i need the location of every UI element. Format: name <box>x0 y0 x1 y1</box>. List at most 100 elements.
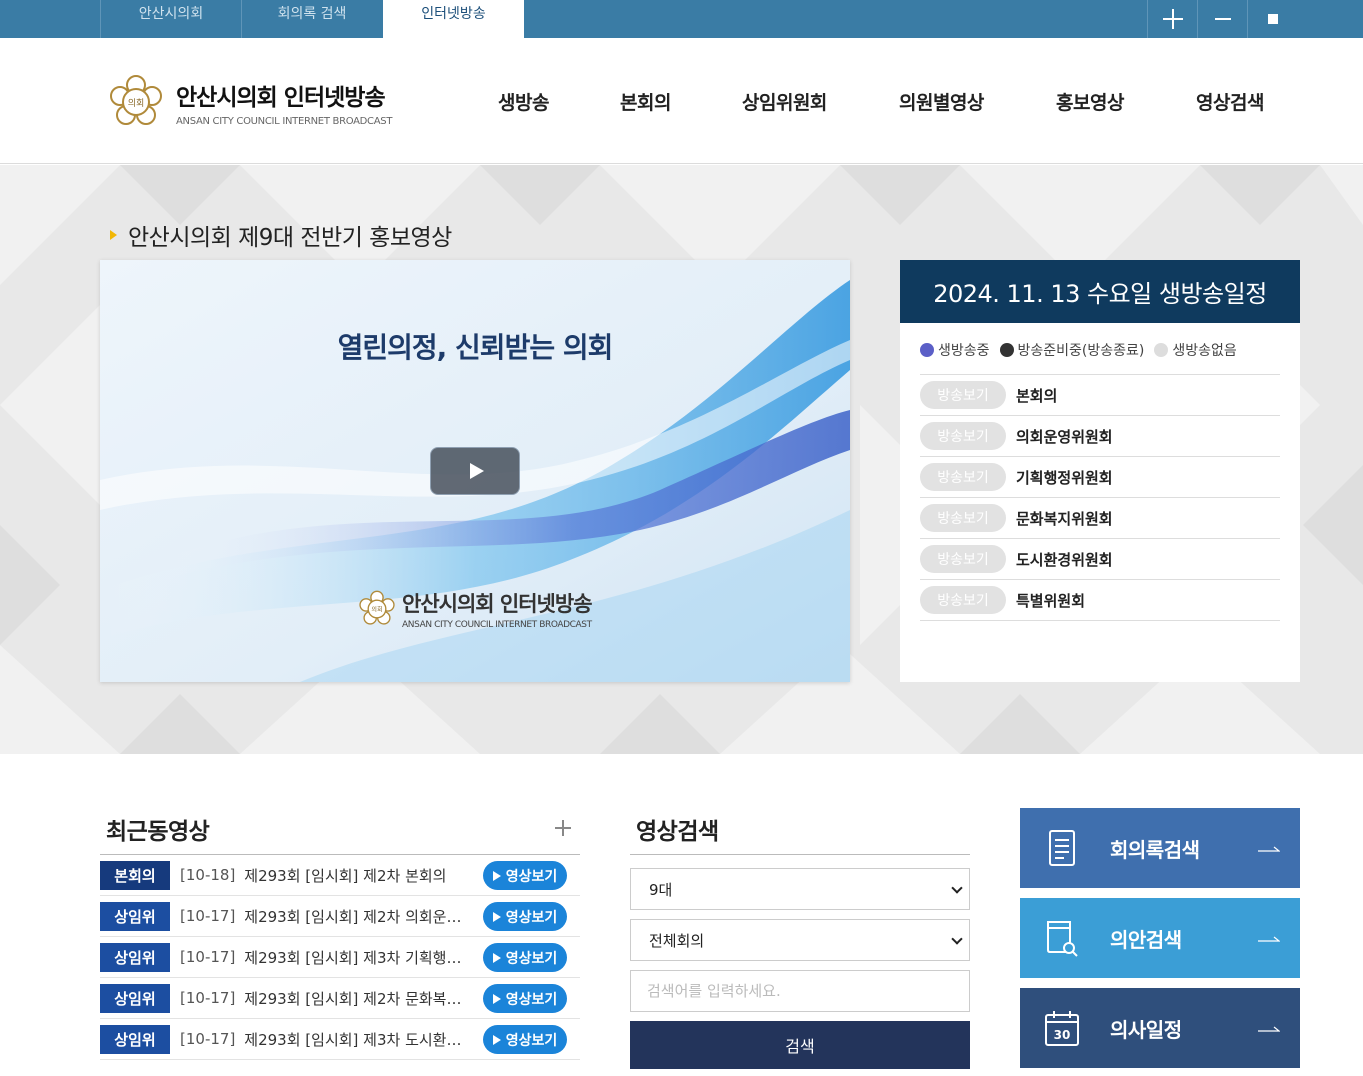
play-icon <box>492 952 501 963</box>
square-icon <box>1267 14 1278 24</box>
item-title: 제293회 [임시회] 제3차 도시환경위원회 <box>244 1030 466 1049</box>
bill-search-icon <box>1047 921 1078 957</box>
search-button[interactable]: 검색 <box>630 1021 970 1069</box>
schedule-item-name: 특별위원회 <box>1016 591 1086 610</box>
play-icon <box>470 463 484 479</box>
search-input[interactable] <box>630 970 970 1012</box>
hero-section: 안산시의회 제9대 전반기 홍보영상 열린의정, 신뢰받는 의회 의회 안산시의… <box>0 165 1363 754</box>
watch-broadcast-button[interactable]: 방송보기 <box>920 381 1006 409</box>
logo-subtitle: ANSAN CITY COUNCIL INTERNET BROADCAST <box>176 115 393 127</box>
council-emblem-icon: 의회 <box>359 590 395 625</box>
category-badge: 상임위 <box>100 942 170 972</box>
live-schedule-panel: 2024. 11. 13 수요일 생방송일정 생방송중 방송준비중(방송종료) … <box>900 260 1300 682</box>
schedule-item-name: 문화복지위원회 <box>1016 509 1113 528</box>
schedule-row: 방송보기 특별위원회 <box>920 580 1280 621</box>
nav-video-search[interactable]: 영상검색 <box>1196 88 1264 115</box>
council-emblem-icon: 의회 <box>110 75 162 125</box>
arrow-right-icon <box>1258 846 1280 852</box>
zoom-out-button[interactable] <box>1197 0 1247 38</box>
recent-videos-title: 최근동영상 <box>106 819 210 845</box>
schedule-item-name: 도시환경위원회 <box>1016 550 1113 569</box>
item-date: [10-17] <box>180 989 236 1007</box>
nav-promo-videos[interactable]: 홍보영상 <box>1056 88 1124 115</box>
play-icon <box>492 1034 501 1045</box>
list-item[interactable]: 상임위 [10-17] 제293회 [임시회] 제3차 기획행정위원회 영상보기 <box>100 937 580 978</box>
quick-link-label: 의안검색 <box>1110 928 1182 952</box>
category-badge: 상임위 <box>100 901 170 931</box>
promo-video-player[interactable]: 열린의정, 신뢰받는 의회 의회 안산시의회 인터넷방송 ANSAN CITY … <box>100 260 850 682</box>
play-button[interactable] <box>430 447 520 495</box>
meeting-type-select[interactable]: 전체회의 <box>630 919 970 961</box>
calendar-icon: 30 <box>1045 1011 1079 1046</box>
schedule-title: 2024. 11. 13 수요일 생방송일정 <box>900 260 1300 323</box>
watch-broadcast-button[interactable]: 방송보기 <box>920 586 1006 614</box>
top-utility-bar: 안산시의회 회의록 검색 인터넷방송 <box>0 0 1363 38</box>
list-item[interactable]: 본회의 [10-18] 제293회 [임시회] 제2차 본회의 영상보기 <box>100 855 580 896</box>
tab-internet-broadcast[interactable]: 인터넷방송 <box>383 0 524 38</box>
nav-plenary[interactable]: 본회의 <box>620 88 671 115</box>
watch-broadcast-button[interactable]: 방송보기 <box>920 504 1006 532</box>
legend-live: 생방송중 <box>920 340 990 360</box>
bullet-triangle-icon <box>110 230 117 240</box>
item-date: [10-17] <box>180 907 236 925</box>
tab-ansan-council[interactable]: 안산시의회 <box>100 0 241 38</box>
nav-live[interactable]: 생방송 <box>498 88 549 115</box>
schedule-item-name: 의회운영위원회 <box>1016 427 1113 446</box>
svg-text:의회: 의회 <box>371 606 382 614</box>
video-watermark-logo: 의회 안산시의회 인터넷방송 ANSAN CITY COUNCIL INTERN… <box>358 588 593 630</box>
item-title: 제293회 [임시회] 제2차 본회의 <box>244 866 447 885</box>
watch-broadcast-button[interactable]: 방송보기 <box>920 422 1006 450</box>
category-badge: 상임위 <box>100 983 170 1013</box>
schedule-item-name: 기획행정위원회 <box>1016 468 1113 487</box>
legend-ready: 방송준비중(방송종료) <box>999 340 1144 360</box>
watch-video-button[interactable]: 영상보기 <box>483 902 567 931</box>
zoom-in-button[interactable] <box>1147 0 1197 38</box>
watch-video-button[interactable]: 영상보기 <box>483 1025 567 1054</box>
quick-link-label: 의사일정 <box>1110 1018 1182 1042</box>
list-item[interactable]: 상임위 [10-17] 제293회 [임시회] 제2차 의회운영위원회 영상보기 <box>100 896 580 937</box>
logo-title: 안산시의회 인터넷방송 <box>176 84 386 111</box>
play-icon <box>492 911 501 922</box>
schedule-row: 방송보기 본회의 <box>920 375 1280 416</box>
schedule-item-name: 본회의 <box>1016 386 1058 405</box>
item-date: [10-17] <box>180 948 236 966</box>
nav-standing-committee[interactable]: 상임위원회 <box>742 88 827 115</box>
list-item[interactable]: 상임위 [10-17] 제293회 [임시회] 제3차 도시환경위원회 영상보기 <box>100 1019 580 1060</box>
chevron-down-icon <box>951 882 963 894</box>
term-select[interactable]: 9대 <box>630 868 970 910</box>
svg-text:의회: 의회 <box>128 98 145 109</box>
video-search-title: 영상검색 <box>636 819 719 845</box>
quick-link-bill-search[interactable]: 의안검색 <box>1020 898 1300 978</box>
item-title: 제293회 [임시회] 제2차 의회운영위원회 <box>244 907 466 926</box>
schedule-row: 방송보기 의회운영위원회 <box>920 416 1280 457</box>
watch-broadcast-button[interactable]: 방송보기 <box>920 545 1006 573</box>
list-item[interactable]: 상임위 [10-17] 제293회 [임시회] 제2차 문화복지위원회 영상보기 <box>100 978 580 1019</box>
recent-more-button[interactable] <box>555 820 571 836</box>
live-dot-icon <box>920 343 934 357</box>
schedule-legend: 생방송중 방송준비중(방송종료) 생방송없음 <box>920 340 1247 360</box>
schedule-row: 방송보기 문화복지위원회 <box>920 498 1280 539</box>
tab-minutes-search[interactable]: 회의록 검색 <box>241 0 382 38</box>
plus-icon <box>1162 9 1183 29</box>
category-badge: 상임위 <box>100 1024 170 1054</box>
item-date: [10-18] <box>180 866 236 884</box>
item-date: [10-17] <box>180 1030 236 1048</box>
watch-video-button[interactable]: 영상보기 <box>483 943 567 972</box>
watch-video-button[interactable]: 영상보기 <box>483 861 567 890</box>
minus-icon <box>1214 18 1231 20</box>
chevron-down-icon <box>951 933 963 945</box>
quick-link-minutes-search[interactable]: 회의록검색 <box>1020 808 1300 888</box>
video-slogan: 열린의정, 신뢰받는 의회 <box>337 331 614 364</box>
quick-link-schedule[interactable]: 30 의사일정 <box>1020 988 1300 1068</box>
play-icon <box>492 993 501 1004</box>
watch-video-button[interactable]: 영상보기 <box>483 984 567 1013</box>
video-search-form: 9대 전체회의 검색 <box>630 854 970 1069</box>
section-title: 안산시의회 제9대 전반기 홍보영상 <box>110 218 452 252</box>
ready-dot-icon <box>999 343 1014 357</box>
legend-none: 생방송없음 <box>1154 340 1237 360</box>
nav-member-videos[interactable]: 의원별영상 <box>899 88 984 115</box>
arrow-right-icon <box>1258 1026 1280 1032</box>
site-logo[interactable]: 의회 안산시의회 인터넷방송 ANSAN CITY COUNCIL INTERN… <box>108 74 392 130</box>
zoom-reset-button[interactable] <box>1247 0 1297 38</box>
watch-broadcast-button[interactable]: 방송보기 <box>920 463 1006 491</box>
